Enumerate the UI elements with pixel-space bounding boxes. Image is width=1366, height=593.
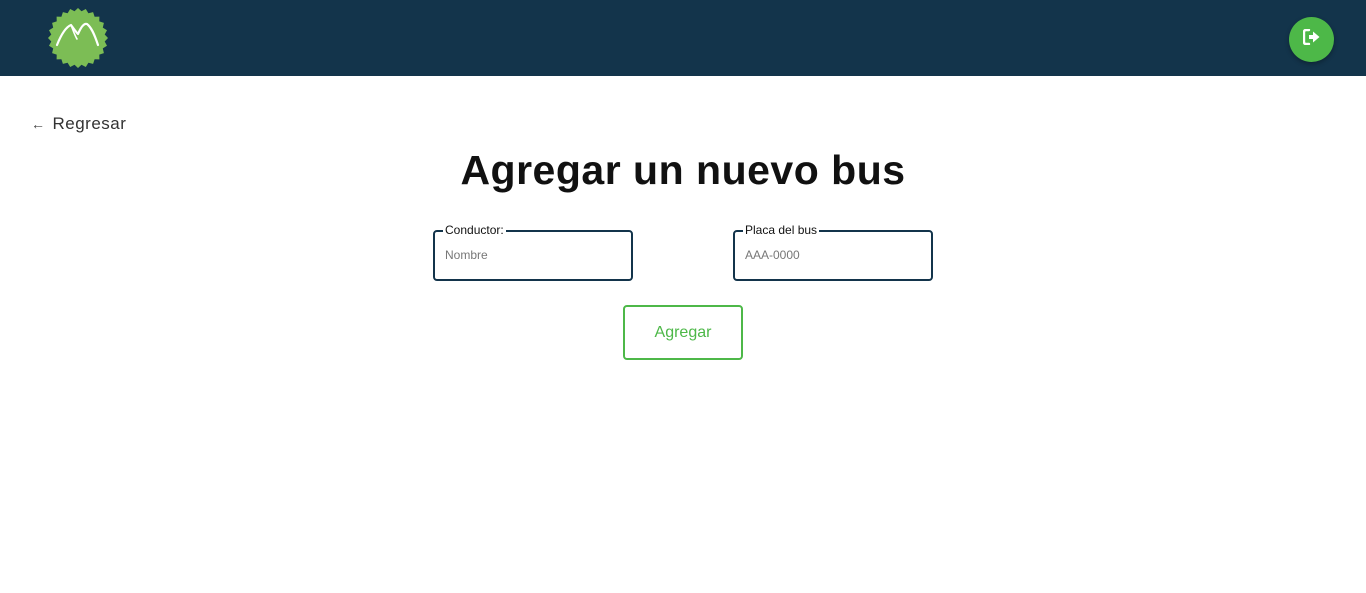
sign-out-icon — [1302, 28, 1321, 50]
back-link-label: Regresar — [52, 114, 127, 133]
bus-plate-input[interactable] — [745, 244, 921, 266]
logout-button[interactable] — [1289, 17, 1334, 62]
top-navbar — [0, 0, 1366, 76]
plate-field-label: Placa del bus — [743, 223, 820, 237]
driver-field-label: Conductor: — [443, 223, 506, 237]
driver-name-input[interactable] — [445, 244, 621, 266]
plate-field: Placa del bus — [733, 223, 933, 281]
mountain-badge-icon[interactable] — [47, 7, 109, 69]
add-bus-button[interactable]: Agregar — [623, 305, 743, 360]
arrow-left-icon: ← — [31, 116, 46, 132]
driver-field: Conductor: — [433, 223, 633, 281]
back-link[interactable]: ← Regresar — [31, 112, 126, 136]
page-title: Agregar un nuevo bus — [460, 147, 906, 193]
